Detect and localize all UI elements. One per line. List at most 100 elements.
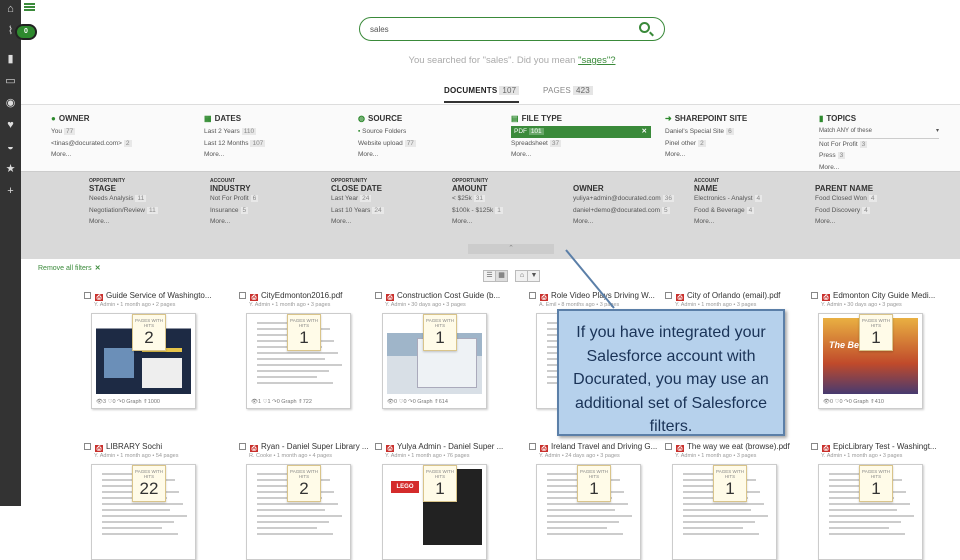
select-checkbox[interactable]	[529, 292, 536, 299]
select-checkbox[interactable]	[84, 443, 91, 450]
facet-item[interactable]: Website upload 77	[358, 138, 416, 150]
match-dropdown[interactable]: Match ANY of these ▾	[819, 126, 939, 139]
more-link[interactable]: More...	[89, 216, 158, 228]
document-title[interactable]: EpicLibrary Test - Washingt...	[833, 442, 937, 451]
more-link[interactable]: More...	[331, 216, 384, 228]
facet-item[interactable]: daniel+demo@docurated.com 5	[573, 205, 674, 217]
document-title[interactable]: Construction Cost Guide (b...	[397, 291, 500, 300]
document-title[interactable]: Edmonton City Guide Medi...	[833, 291, 935, 300]
facet-item[interactable]: < $25k 31	[452, 193, 503, 205]
document-title[interactable]: City of Orlando (email).pdf	[687, 291, 780, 300]
eye-icon[interactable]: ◉	[0, 94, 21, 112]
document-card[interactable]: ⎙ Guide Service of Washingto... Y. Admin •…	[84, 290, 229, 409]
document-thumbnail[interactable]: 👁1 ♡1 ↷0 Graph ⇑722 PAGES WITH HITS 1	[246, 313, 351, 409]
search-icon[interactable]	[639, 22, 650, 33]
heart-icon[interactable]: ♥	[0, 116, 21, 134]
document-title[interactable]: Ryan - Daniel Super Library ...	[261, 442, 369, 451]
facet-item[interactable]: <tinas@docurated.com> 2	[51, 138, 132, 150]
document-card[interactable]: ⎙ EpicLibrary Test - Washingt... Y. Admin …	[811, 441, 956, 560]
more-link[interactable]: More...	[573, 216, 674, 228]
document-thumbnail[interactable]: PAGES WITH HITS 2	[246, 464, 351, 560]
document-card[interactable]: ⎙ The way we eat (browse).pdf Y. Admin • 1…	[665, 441, 810, 560]
document-card[interactable]: ⎙ Ryan - Daniel Super Library ... R. Cooke…	[239, 441, 384, 560]
facet-item[interactable]: Electronics - Analyst 4	[694, 193, 763, 205]
more-link[interactable]: More...	[815, 216, 877, 228]
facet-item[interactable]: ▪ Source Folders	[358, 126, 416, 138]
more-link[interactable]: More...	[452, 216, 503, 228]
plus-icon[interactable]: +	[0, 182, 21, 200]
select-checkbox[interactable]	[375, 292, 382, 299]
document-thumbnail[interactable]: PAGES WITH HITS 1	[818, 464, 923, 560]
clip-count-badge[interactable]: 0	[15, 24, 37, 40]
remove-all-filters-link[interactable]: Remove all filters ✕	[38, 264, 101, 272]
more-link[interactable]: More...	[51, 149, 132, 161]
select-checkbox[interactable]	[665, 443, 672, 450]
select-checkbox[interactable]	[665, 292, 672, 299]
more-link[interactable]: More...	[210, 216, 258, 228]
select-checkbox[interactable]	[239, 292, 246, 299]
collapse-facets-button[interactable]: ⌃	[468, 244, 554, 254]
document-thumbnail[interactable]: LEGO PAGES WITH HITS 1	[382, 464, 487, 560]
dashboard-icon[interactable]: ◒	[0, 138, 21, 156]
facet-item[interactable]: Negotiation/Review 11	[89, 205, 158, 217]
facet-item[interactable]: $100k - $125k 1	[452, 205, 503, 217]
home-icon[interactable]: ⌂	[0, 0, 21, 18]
facet-item[interactable]: Last 12 Months 107	[204, 138, 266, 150]
more-link[interactable]: More...	[511, 149, 651, 161]
facet-item[interactable]: Press 3	[819, 150, 939, 162]
facet-item[interactable]: Not For Profit 6	[210, 193, 259, 205]
monitor-icon[interactable]: ▭	[0, 72, 21, 90]
facet-item[interactable]: Food Closed Won 4	[815, 193, 877, 205]
document-card[interactable]: ⎙ Ireland Travel and Driving G... Y. Admin…	[529, 441, 674, 560]
facet-item[interactable]: yuliya+admin@docurated.com 36	[573, 193, 674, 205]
document-thumbnail[interactable]: PAGES WITH HITS 22	[91, 464, 196, 560]
facet-item[interactable]: Spreadsheet 37	[511, 138, 651, 150]
select-checkbox[interactable]	[811, 292, 818, 299]
document-title[interactable]: CityEdmonton2016.pdf	[261, 291, 342, 300]
facet-item[interactable]: Last Year 24	[331, 193, 384, 205]
document-title[interactable]: Yulya Admin - Daniel Super ...	[397, 442, 503, 451]
star-icon[interactable]: ★	[0, 160, 21, 178]
document-thumbnail[interactable]: 👁3 ♡0 ↷0 Graph ⇑1000 PAGES WITH HITS 2	[91, 313, 196, 409]
selected-filter-pdf[interactable]: PDF 101 ✕	[511, 126, 651, 138]
select-checkbox[interactable]	[84, 292, 91, 299]
facet-item[interactable]: Last 10 Years 24	[331, 205, 384, 217]
facet-item[interactable]: Insurance 5	[210, 205, 258, 217]
select-checkbox[interactable]	[239, 443, 246, 450]
facet-item[interactable]: Last 2 Years 110	[204, 126, 265, 138]
document-card[interactable]: ⎙ City of Orlando (email).pdf Y. Admin • 1…	[665, 290, 810, 409]
tab-pages[interactable]: PAGES 423	[543, 86, 593, 95]
more-link[interactable]: More...	[358, 149, 416, 161]
select-checkbox[interactable]	[529, 443, 536, 450]
search-input[interactable]	[370, 22, 610, 36]
document-title[interactable]: Guide Service of Washingto...	[106, 291, 212, 300]
document-thumbnail[interactable]: 👁0 ♡0 ↷0 Graph ⇑614 PAGES WITH HITS 1	[382, 313, 487, 409]
facet-item[interactable]: Food & Beverage 4	[694, 205, 762, 217]
document-card[interactable]: ⎙ CityEdmonton2016.pdf Y. Admin • 1 month …	[239, 290, 384, 409]
facet-item[interactable]: Not For Profit 3	[819, 139, 939, 151]
suggestion-link[interactable]: "sages"?	[578, 55, 615, 66]
grid-view-icon[interactable]: ▦	[495, 270, 508, 282]
document-card[interactable]: ⎙ Yulya Admin - Daniel Super ... Y. Admin …	[375, 441, 520, 560]
more-link[interactable]: More...	[204, 149, 265, 161]
more-link[interactable]: More...	[694, 216, 762, 228]
document-title[interactable]: Ireland Travel and Driving G...	[551, 442, 657, 451]
document-thumbnail[interactable]: PAGES WITH HITS 1	[672, 464, 777, 560]
document-card[interactable]: ⎙ LIBRARY Sochi Y. Admin • 1 month ago • 5…	[84, 441, 229, 560]
filter-icon[interactable]: ▼	[527, 270, 541, 282]
facet-item[interactable]: Food Discovery 4	[815, 205, 877, 217]
document-title[interactable]: LIBRARY Sochi	[106, 442, 162, 451]
facet-item[interactable]: Pinel other 2	[665, 138, 747, 150]
document-thumbnail[interactable]: The Best 👁0 ♡0 ↷0 Graph ⇑410 PAGES WITH HI…	[818, 313, 923, 409]
facet-item[interactable]: You 77	[51, 126, 132, 138]
remove-filter-icon[interactable]: ✕	[642, 126, 647, 138]
facet-item[interactable]: Needs Analysis 11	[89, 193, 158, 205]
facet-item[interactable]: Daniel's Special Site 6	[665, 126, 747, 138]
document-title[interactable]: The way we eat (browse).pdf	[687, 442, 790, 451]
document-card[interactable]: ⎙ Construction Cost Guide (b... Y. Admin •…	[375, 290, 520, 409]
menu-icon[interactable]	[24, 3, 35, 12]
document-card[interactable]: ⎙ Edmonton City Guide Medi... Y. Admin • 3…	[811, 290, 956, 409]
tab-documents[interactable]: DOCUMENTS 107	[444, 86, 520, 103]
document-thumbnail[interactable]: PAGES WITH HITS 1	[536, 464, 641, 560]
select-checkbox[interactable]	[375, 443, 382, 450]
